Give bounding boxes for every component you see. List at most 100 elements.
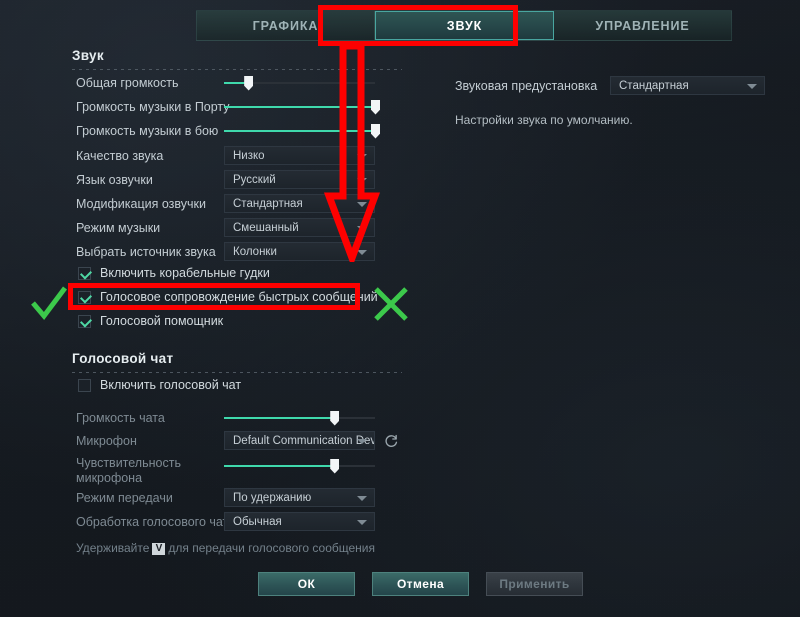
slider-knob[interactable] [371,123,380,139]
push-to-talk-hint-after: для передачи голосового сообщения [168,541,375,555]
sound-quality-label: Качество звука [76,148,164,163]
row-port-music-volume: Громкость музыки в Порту [76,99,380,115]
refresh-icon [385,434,398,447]
tab-controls-label: УПРАВЛЕНИЕ [595,18,690,33]
annotation-check-mark [31,286,67,321]
quick-messages-voice-label: Голосовое сопровождение быстрых сообщени… [100,290,378,304]
mic-sensitivity-label-block: Чувствительность микрофона [76,456,224,485]
voice-assistant-checkbox[interactable] [78,314,91,328]
transmit-mode-dropdown[interactable]: По удержанию [224,488,375,507]
tab-graphics-label: ГРАФИКА [252,18,319,33]
footer-button-bar: ОК Отмена Применить [258,572,583,596]
voice-language-value: Русский [233,173,276,186]
voice-mod-dropdown[interactable]: Стандартная [224,194,375,213]
sound-section-title: Звук [72,48,104,63]
row-sound-preset: Звуковая предустановка Стандартная [455,76,765,95]
battle-music-volume-slider[interactable] [224,123,380,139]
audio-device-dropdown[interactable]: Колонки [224,242,375,261]
cancel-button[interactable]: Отмена [372,572,469,596]
audio-device-label: Выбрать источник звука [76,244,216,259]
slider-knob[interactable] [244,75,254,91]
microphone-dropdown[interactable]: Default Communication Device [224,431,375,450]
slider-fill [224,130,375,132]
push-to-talk-key: V [152,542,166,555]
ship-horns-checkbox[interactable] [78,266,91,280]
chevron-down-icon [747,83,757,89]
sound-preset-value: Стандартная [619,79,689,92]
voice-chat-section-title: Голосовой чат [72,351,174,366]
voice-mod-value: Стандартная [233,197,303,210]
sound-preset-label: Звуковая предустановка [455,78,598,93]
row-music-mode: Режим музыки Смешанный [76,218,378,237]
voice-language-dropdown[interactable]: Русский [224,170,375,189]
chevron-down-icon [357,519,367,525]
row-transmit-mode: Режим передачи По удержанию [76,488,378,507]
sound-preset-description: Настройки звука по умолчанию. [455,113,633,127]
chevron-down-icon [357,225,367,231]
sound-settings-panel: Звук [72,48,402,70]
slider-fill [224,417,335,419]
tab-sound-label: ЗВУК [446,18,483,33]
tab-bar: ГРАФИКА ЗВУК УПРАВЛЕНИЕ [196,10,732,41]
row-enable-voice-chat[interactable]: Включить голосовой чат [78,378,241,392]
quick-messages-voice-checkbox[interactable] [78,290,91,304]
tab-graphics[interactable]: ГРАФИКА [197,11,375,40]
row-ship-horns[interactable]: Включить корабельные гудки [78,266,270,280]
row-voice-mod: Модификация озвучки Стандартная [76,194,378,213]
row-voice-assistant[interactable]: Голосовой помощник [78,314,223,328]
tab-controls[interactable]: УПРАВЛЕНИЕ [554,11,731,40]
refresh-microphone-button[interactable] [384,433,399,448]
mic-sensitivity-slider[interactable] [224,458,375,474]
sound-quality-dropdown[interactable]: Низко [224,146,375,165]
slider-knob[interactable] [330,458,340,474]
chat-volume-slider[interactable] [224,410,375,426]
slider-knob[interactable] [330,410,340,426]
row-microphone: Микрофон Default Communication Device [76,431,406,450]
voice-mod-label: Модификация озвучки [76,196,206,211]
row-chat-volume: Громкость чата [76,410,378,426]
enable-voice-chat-checkbox[interactable] [78,378,91,392]
music-mode-label: Режим музыки [76,220,161,235]
push-to-talk-hint-before: Удерживайте [76,541,150,555]
ok-button[interactable]: ОК [258,572,355,596]
chevron-down-icon [357,201,367,207]
music-mode-dropdown[interactable]: Смешанный [224,218,375,237]
chevron-down-icon [357,249,367,255]
port-music-volume-label: Громкость музыки в Порту [76,100,230,114]
voice-chat-panel: Голосовой чат [72,351,402,373]
voice-language-label: Язык озвучки [76,172,153,187]
voice-assistant-label: Голосовой помощник [100,314,224,328]
microphone-label: Микрофон [76,433,137,448]
slider-fill [224,106,375,108]
ok-button-label: ОК [297,577,316,591]
sound-preset-panel: Звуковая предустановка Стандартная Настр… [455,76,765,127]
slider-knob[interactable] [371,99,380,115]
master-volume-slider[interactable] [224,75,375,91]
audio-device-value: Колонки [233,245,277,258]
battle-music-volume-label: Громкость музыки в бою [76,124,219,138]
mic-sensitivity-label-line2: микрофона [76,471,143,485]
chevron-down-icon [357,177,367,183]
music-mode-value: Смешанный [233,221,299,234]
voice-processing-value: Обычная [233,515,282,528]
mic-sensitivity-label-line1: Чувствительность [76,456,181,470]
chevron-down-icon [357,153,367,159]
chevron-down-icon [357,495,367,501]
cancel-button-label: Отмена [396,577,445,591]
transmit-mode-value: По удержанию [233,491,312,504]
chevron-down-icon [357,438,367,444]
apply-button: Применить [486,572,583,596]
slider-fill [224,465,335,467]
master-volume-label: Общая громкость [76,76,179,90]
sound-preset-dropdown[interactable]: Стандартная [610,76,765,95]
voice-processing-dropdown[interactable]: Обычная [224,512,375,531]
apply-button-label: Применить [499,577,570,591]
row-quick-messages-voice[interactable]: Голосовое сопровождение быстрых сообщени… [78,290,378,304]
tab-sound[interactable]: ЗВУК [375,11,554,40]
port-music-volume-slider[interactable] [224,99,380,115]
sound-quality-value: Низко [233,149,265,162]
settings-window: ГРАФИКА ЗВУК УПРАВЛЕНИЕ Звук Общая громк… [0,0,800,617]
microphone-value: Default Communication Device [233,434,374,447]
transmit-mode-label: Режим передачи [76,490,173,505]
row-master-volume: Общая громкость [76,75,378,91]
